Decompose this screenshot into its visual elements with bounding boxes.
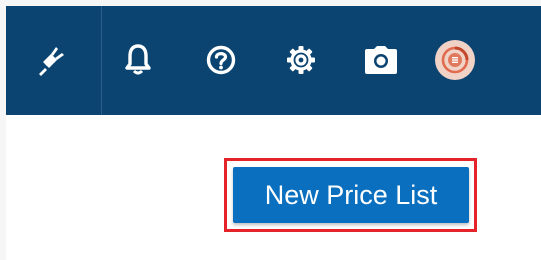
bell-icon[interactable] — [113, 34, 163, 86]
highlight-box: New Price List — [224, 158, 477, 232]
top-navigation-bar — [6, 6, 541, 115]
help-icon[interactable] — [196, 34, 246, 86]
header-divider — [101, 6, 102, 115]
new-price-list-button[interactable]: New Price List — [233, 167, 469, 223]
plug-icon[interactable] — [24, 34, 74, 86]
camera-icon[interactable] — [356, 34, 406, 86]
gear-icon[interactable] — [276, 34, 326, 86]
avatar[interactable] — [435, 40, 475, 80]
